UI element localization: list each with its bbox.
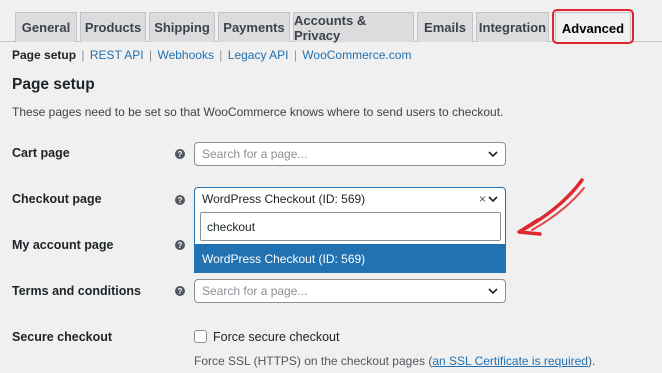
ssl-description-end: ). bbox=[587, 354, 596, 368]
section-description: These pages need to be set so that WooCo… bbox=[12, 105, 504, 119]
terms-page-placeholder: Search for a page... bbox=[202, 284, 308, 298]
checkout-page-dropdown: checkout WordPress Checkout (ID: 569) bbox=[194, 209, 506, 273]
tab-integration[interactable]: Integration bbox=[476, 12, 549, 42]
ssl-certificate-link[interactable]: an SSL Certificate is required bbox=[432, 354, 588, 368]
subnav-separator: | bbox=[81, 48, 85, 62]
ssl-description-text: Force SSL (HTTPS) on the checkout pages … bbox=[194, 354, 433, 368]
settings-tabs: General Products Shipping Payments Accou… bbox=[0, 0, 662, 44]
subnav: Page setup | REST API | Webhooks | Legac… bbox=[12, 48, 411, 62]
cart-page-label: Cart page bbox=[12, 146, 70, 160]
tab-shipping[interactable]: Shipping bbox=[149, 12, 215, 42]
tab-products[interactable]: Products bbox=[80, 12, 146, 42]
section-title: Page setup bbox=[12, 76, 95, 93]
subnav-current: Page setup bbox=[12, 48, 77, 62]
tab-accounts-privacy[interactable]: Accounts & Privacy bbox=[293, 12, 414, 43]
subnav-legacy-api-link[interactable]: Legacy API bbox=[228, 48, 289, 62]
tab-general[interactable]: General bbox=[15, 12, 77, 42]
tab-label: Products bbox=[84, 20, 142, 35]
subnav-separator: | bbox=[149, 48, 153, 62]
clear-icon[interactable]: × bbox=[479, 192, 486, 206]
ssl-description: Force SSL (HTTPS) on the checkout pages … bbox=[194, 354, 595, 368]
terms-page-label: Terms and conditions bbox=[12, 284, 141, 298]
tab-label: Shipping bbox=[154, 20, 210, 35]
my-account-page-label: My account page bbox=[12, 238, 114, 252]
help-icon[interactable]: ? bbox=[175, 149, 185, 159]
terms-page-select[interactable]: Search for a page... bbox=[194, 279, 506, 303]
chevron-down-icon bbox=[488, 196, 498, 203]
subnav-separator: | bbox=[219, 48, 223, 62]
cart-page-placeholder: Search for a page... bbox=[202, 147, 308, 161]
force-secure-checkbox-label[interactable]: Force secure checkout bbox=[213, 330, 339, 344]
tab-label: Payments bbox=[223, 20, 285, 35]
tab-payments[interactable]: Payments bbox=[218, 12, 290, 42]
checkout-page-value: WordPress Checkout (ID: 569) bbox=[202, 191, 366, 206]
checkout-page-select[interactable]: WordPress Checkout (ID: 569) × bbox=[194, 187, 506, 210]
dropdown-search-value: checkout bbox=[207, 219, 256, 234]
help-icon[interactable]: ? bbox=[175, 240, 185, 250]
tab-emails[interactable]: Emails bbox=[417, 12, 473, 42]
dropdown-search-input[interactable]: checkout bbox=[200, 212, 501, 241]
chevron-down-icon bbox=[488, 288, 498, 295]
dropdown-option[interactable]: WordPress Checkout (ID: 569) bbox=[195, 244, 506, 273]
help-icon[interactable]: ? bbox=[175, 195, 185, 205]
subnav-woocommerce-link[interactable]: WooCommerce.com bbox=[302, 48, 411, 62]
tab-label: Emails bbox=[424, 20, 466, 35]
chevron-down-icon bbox=[488, 151, 498, 158]
dropdown-option-label: WordPress Checkout (ID: 569) bbox=[202, 251, 366, 266]
subnav-rest-api-link[interactable]: REST API bbox=[90, 48, 144, 62]
tab-label: General bbox=[21, 20, 71, 35]
tab-advanced[interactable]: Advanced bbox=[555, 12, 631, 43]
tab-label: Advanced bbox=[561, 20, 625, 36]
help-icon[interactable]: ? bbox=[175, 286, 185, 296]
force-secure-checkbox[interactable] bbox=[194, 330, 207, 343]
secure-checkout-label: Secure checkout bbox=[12, 330, 113, 344]
cart-page-select[interactable]: Search for a page... bbox=[194, 142, 506, 166]
red-arrow-icon bbox=[517, 178, 585, 236]
subnav-webhooks-link[interactable]: Webhooks bbox=[157, 48, 213, 62]
tab-label: Accounts & Privacy bbox=[294, 12, 367, 43]
tab-label: Integration bbox=[478, 20, 547, 35]
checkout-page-label: Checkout page bbox=[12, 192, 102, 206]
subnav-separator: | bbox=[293, 48, 297, 62]
